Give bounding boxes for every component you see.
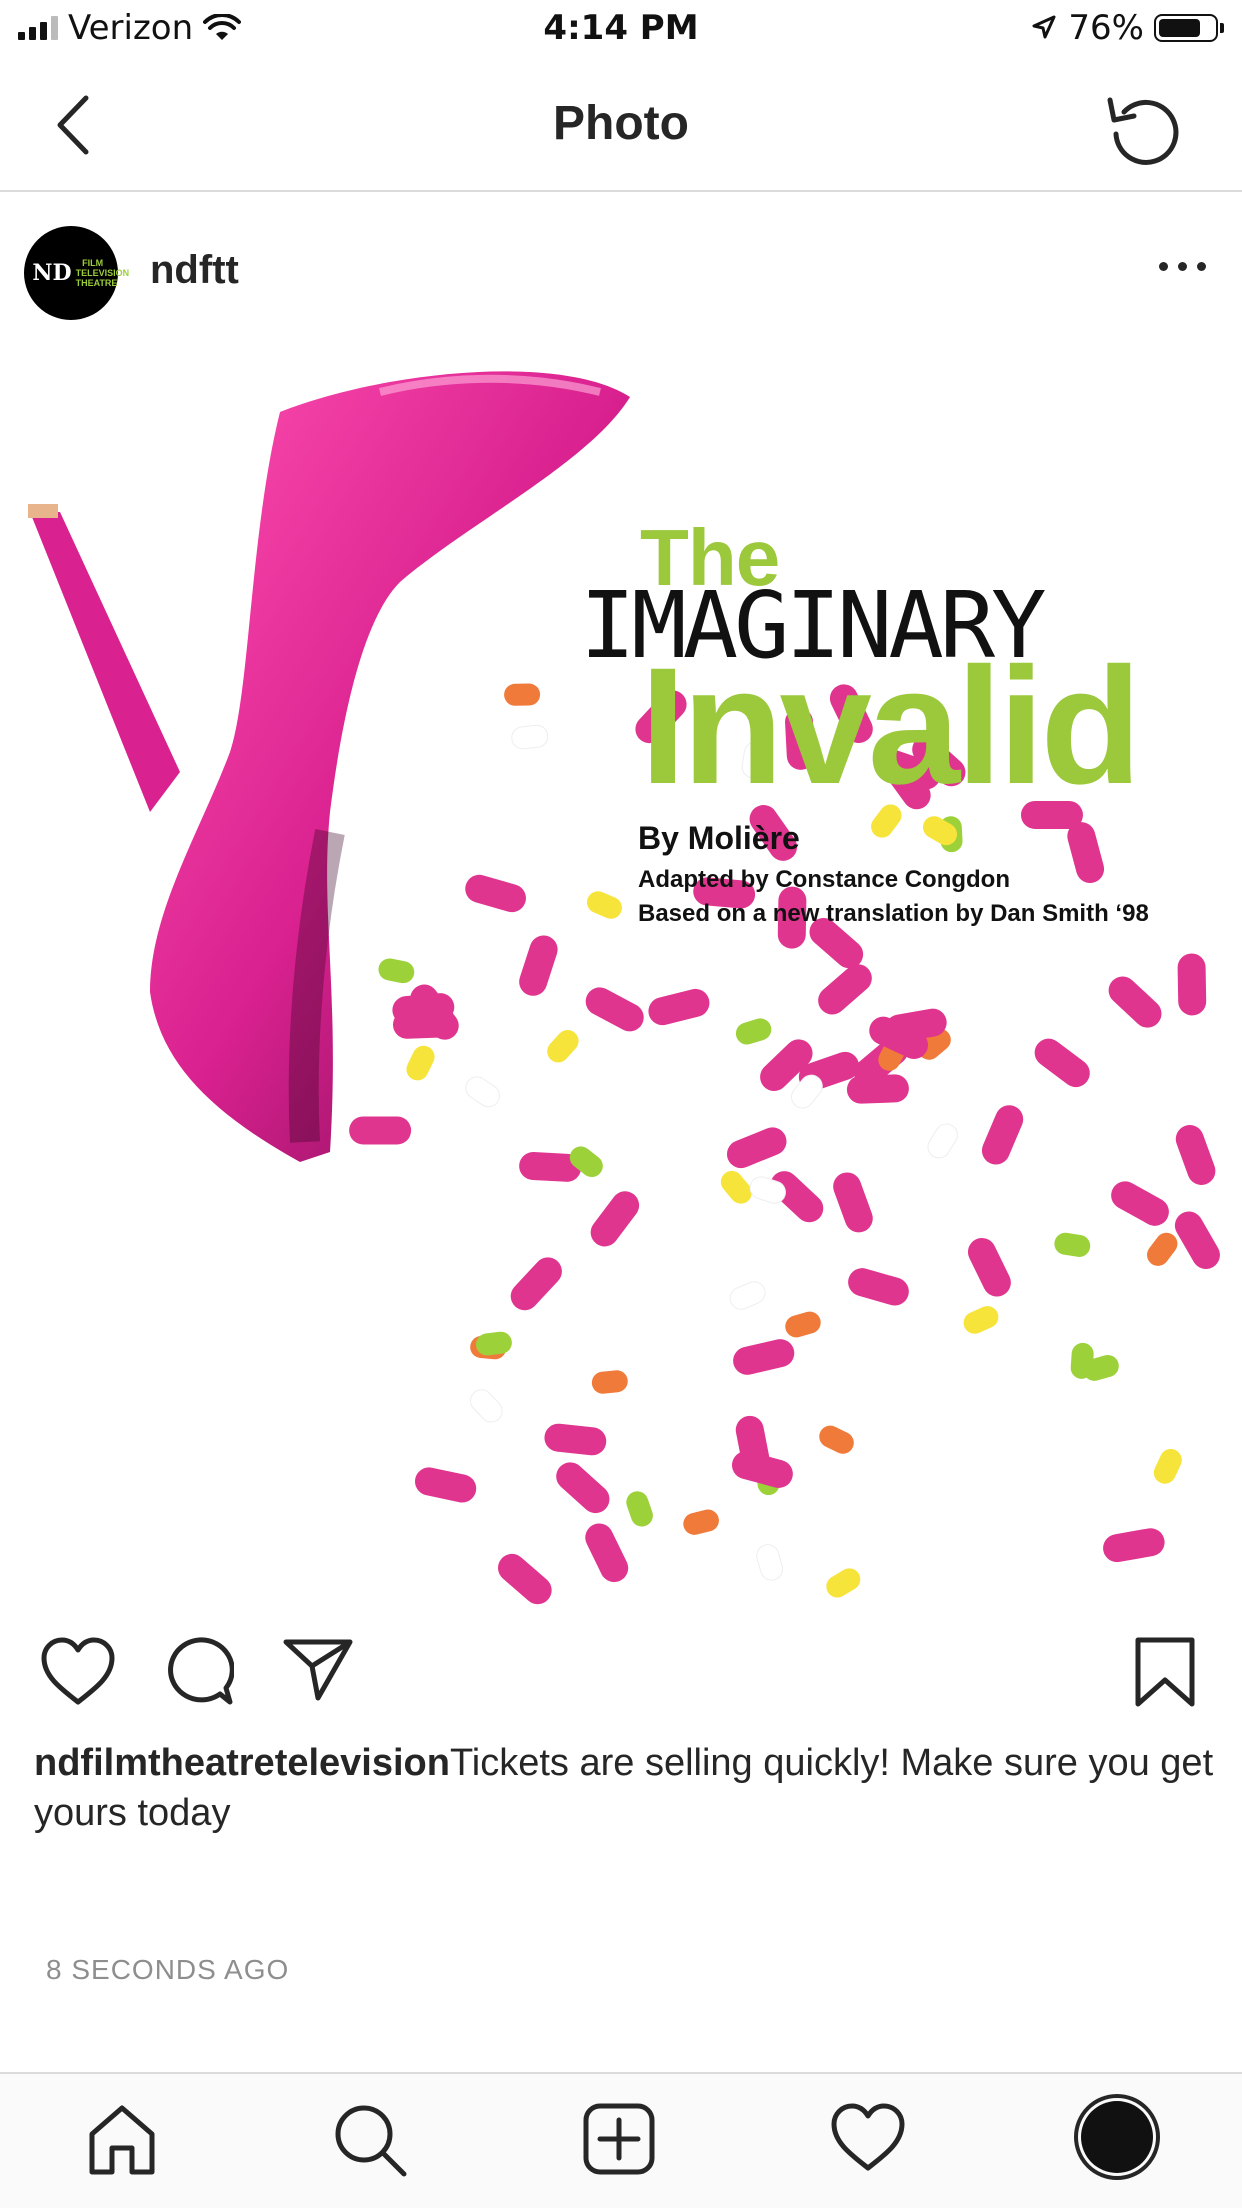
status-right: 76% [1030,8,1224,48]
candy-pill [590,1191,640,1247]
high-heel-shoe [28,371,630,1163]
candy-pill [519,935,558,996]
search-icon[interactable] [332,2102,408,2178]
candy-pill [585,1523,629,1583]
candy-pill [547,1029,579,1063]
location-icon [1032,15,1056,39]
add-post-icon[interactable] [582,2102,656,2176]
status-bar: Verizon 4:14 PM 76% [0,0,1242,62]
candy-pill [1034,1038,1090,1088]
nav-bar: Photo [0,62,1242,192]
candy-pill [1108,976,1162,1028]
candy-pill [726,1127,787,1169]
avatar-text: FILM TELEVISION THEATRE [75,258,130,288]
share-icon[interactable] [282,1636,354,1704]
candy-pill [406,1045,435,1081]
candy-pill [756,1544,784,1581]
candy-pill [585,987,644,1032]
post-image[interactable]: The IMAGINARY Invalid By Molière Adapted… [0,352,1242,1606]
more-horizontal-icon[interactable] [1159,262,1206,271]
candy-pill [1177,953,1207,1016]
page-title: Photo [553,97,689,150]
caption-username[interactable]: ndfilmtheatretelevision [34,1742,450,1784]
avatar-monogram: ND [32,260,72,286]
bookmark-icon[interactable] [1134,1636,1196,1708]
battery-icon [1154,14,1224,42]
refresh-icon[interactable] [1102,86,1186,170]
post-timestamp: 8 SECONDS AGO [46,1954,290,1985]
candy-pill [587,891,622,919]
candy-pill [465,874,526,913]
candy-pill [981,1105,1024,1165]
home-icon[interactable] [86,2102,158,2178]
candy-pill [510,1257,562,1311]
candy-pill [591,1370,628,1394]
candy-pill [967,1237,1011,1297]
post-header: ND FILM TELEVISION THEATRE ndftt [0,192,1242,352]
heart-icon[interactable] [40,1636,116,1708]
candy-pill [729,1281,766,1310]
candy-pill [544,1423,607,1456]
poster-author: By Molière [638,820,800,856]
candy-pill [1067,822,1105,883]
candy-pill [1175,1125,1216,1185]
candy-pill [1153,1449,1182,1484]
candy-pill [504,683,541,706]
candy-pill [785,1311,821,1338]
poster-artwork [28,371,1220,1605]
candy-pill [626,1491,653,1527]
candy-pill [1054,1232,1091,1257]
candy-pill [378,958,415,984]
candy-pill [963,1306,999,1334]
candy-pill [1174,1211,1220,1269]
candy-pill [1103,1528,1165,1563]
candy-pill [735,1018,772,1045]
candy-pill [818,964,872,1015]
post-caption: ndfilmtheatretelevisionTickets are selli… [34,1738,1214,1838]
post-username[interactable]: ndftt [150,248,239,293]
candy-pill [511,724,549,750]
comment-icon[interactable] [164,1636,234,1708]
candy-pill [1111,1181,1169,1226]
poster-title-invalid: Invalid [640,634,1142,819]
candy-pill [470,1389,503,1423]
candy-pill [465,1076,500,1108]
candy-pill [556,1462,610,1514]
avatar[interactable]: ND FILM TELEVISION THEATRE [24,226,130,320]
candy-pill [414,1467,477,1503]
candy-pill [475,1331,512,1356]
candy-pill [846,1074,909,1104]
poster-adapted: Adapted by Constance Congdon [638,866,1010,893]
candy-pill [848,1268,909,1306]
candy-pill [1147,1232,1178,1266]
candy-pill [648,988,710,1026]
candy-pill [733,1339,795,1375]
candy-pill [349,1116,412,1145]
candy-pill [683,1509,719,1535]
candy-pill [833,1172,873,1233]
candy-pill [819,1425,854,1454]
candy-pill [497,1553,552,1605]
profile-icon[interactable] [1072,2092,1162,2182]
candy-pill [927,1123,958,1159]
candy-pill [826,1568,861,1598]
poster-based: Based on a new translation by Dan Smith … [638,900,1149,927]
battery-percent: 76% [1068,8,1144,48]
tab-bar [0,2072,1242,2208]
activity-heart-icon[interactable] [830,2102,906,2174]
post-actions [0,1606,1242,1736]
